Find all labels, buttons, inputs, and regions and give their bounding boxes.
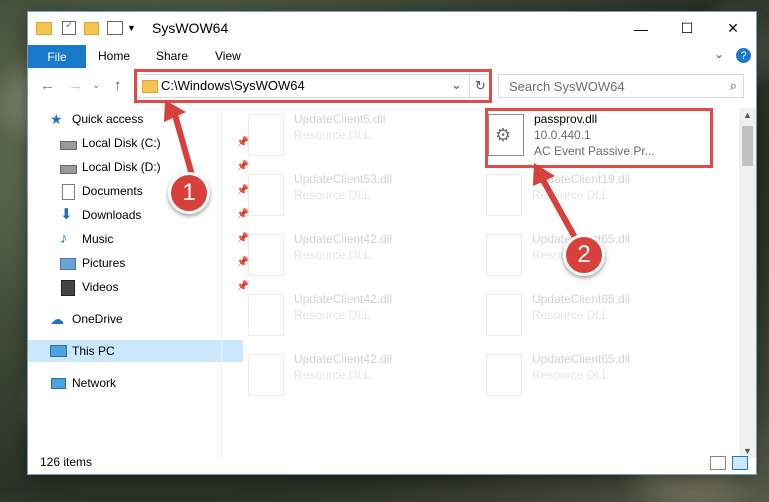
arrow-2-line (540, 177, 581, 246)
annotation-arrows (164, 100, 581, 246)
arrow-1-line (172, 112, 195, 178)
step-2-badge: 2 (563, 234, 605, 276)
step-1-badge: 1 (168, 172, 210, 214)
